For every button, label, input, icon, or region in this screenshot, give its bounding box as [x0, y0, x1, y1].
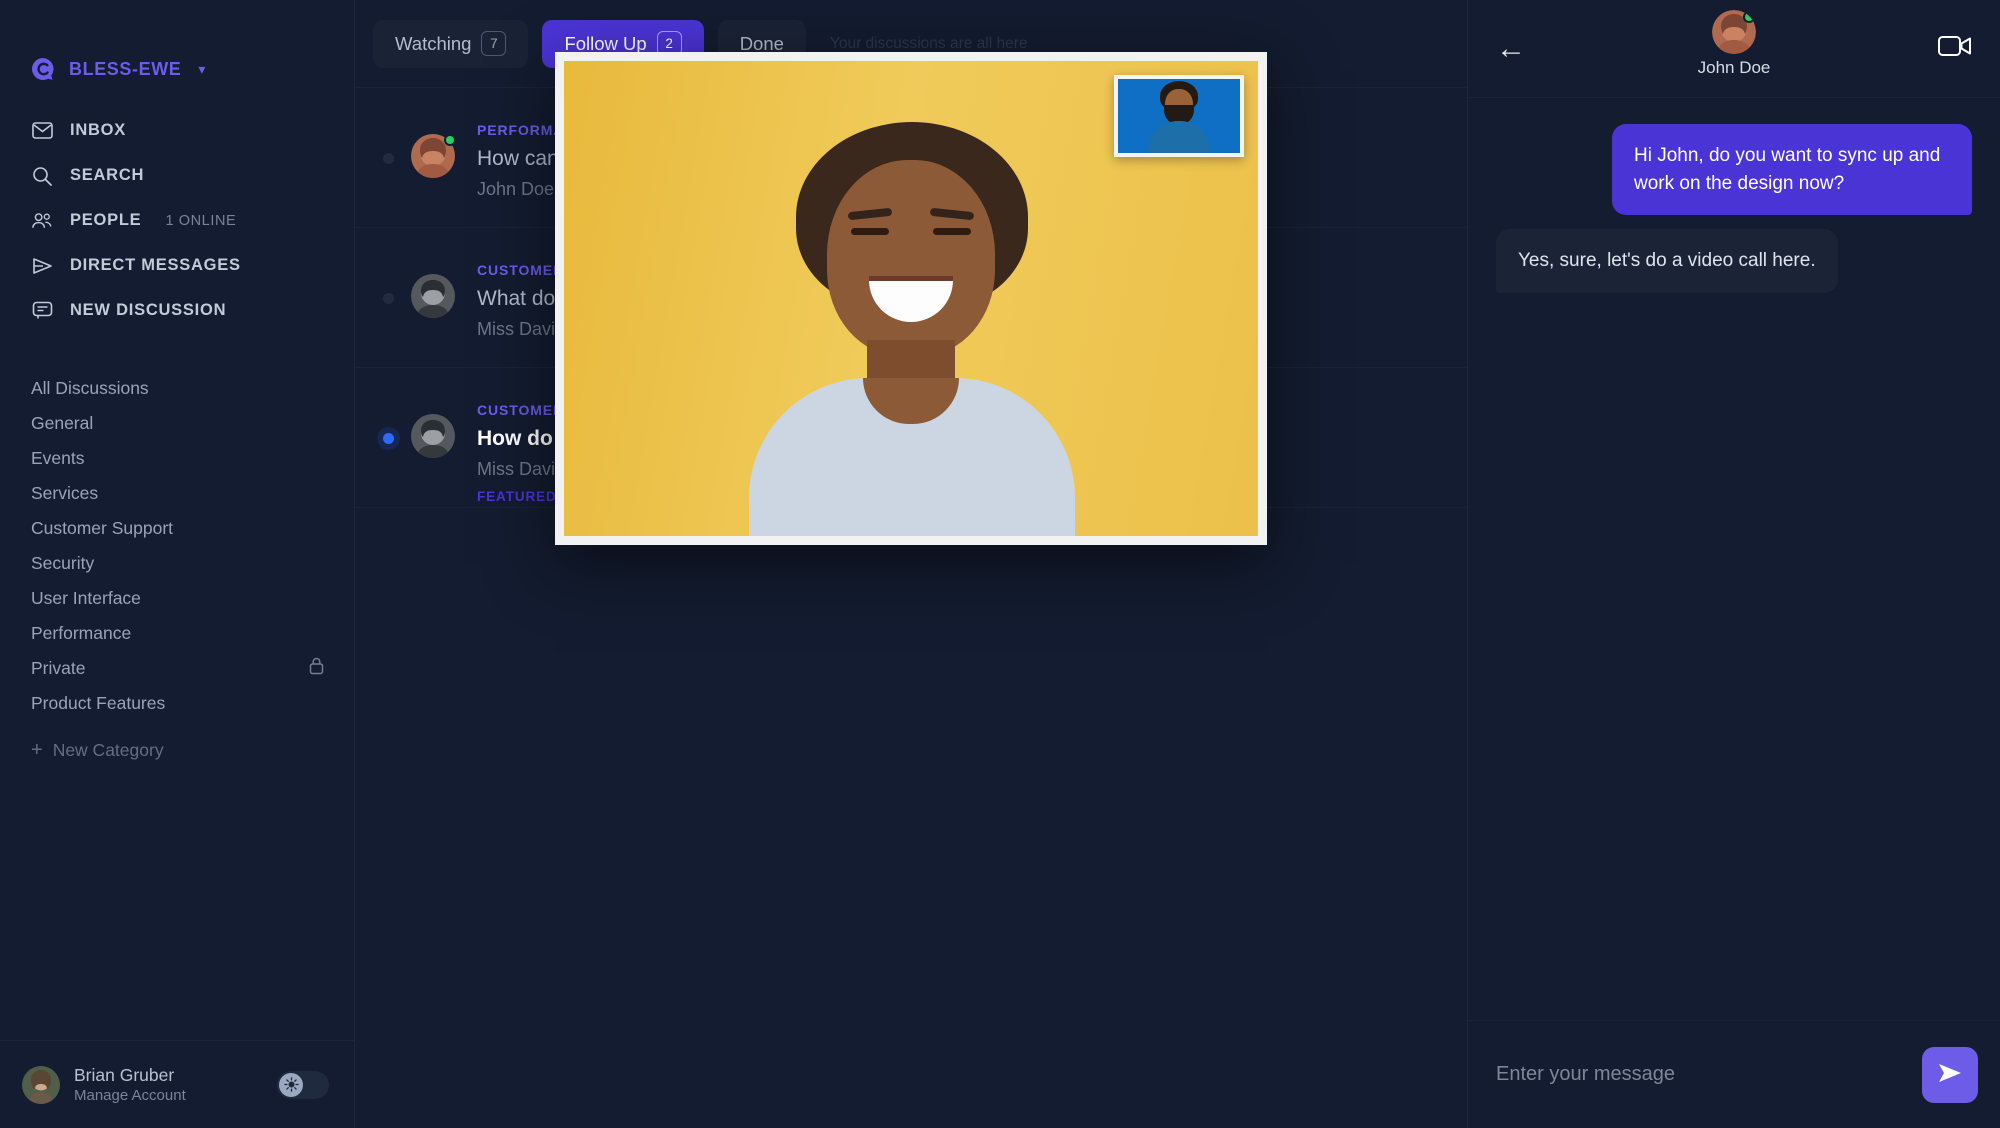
- profile-texts: Brian Gruber Manage Account: [74, 1065, 263, 1104]
- theme-toggle[interactable]: [277, 1070, 329, 1099]
- profile-name: Brian Gruber: [74, 1065, 175, 1086]
- category-label: Performance: [31, 623, 132, 643]
- sidebar-item-services[interactable]: Services: [0, 476, 354, 511]
- sidebar-item-label: DIRECT MESSAGES: [70, 256, 241, 274]
- category-label: User Interface: [31, 588, 141, 608]
- chat-header: ← John Doe: [1468, 0, 2000, 98]
- discussion-avatar-2: [411, 274, 455, 323]
- tab-watching[interactable]: Watching 7: [373, 19, 529, 68]
- new-category-label: New Category: [52, 740, 164, 760]
- people-icon: [31, 210, 53, 232]
- row-status-dot: [365, 228, 411, 368]
- sidebar-item-general[interactable]: General: [0, 406, 354, 441]
- paper-plane-icon: [31, 255, 53, 277]
- new-category-button[interactable]: + New Category: [0, 733, 354, 768]
- category-label: General: [31, 413, 94, 433]
- sun-icon: [279, 1072, 303, 1097]
- row-status-dot: [365, 368, 411, 508]
- sidebar-item-events[interactable]: Events: [0, 441, 354, 476]
- app-root: BLESS-EWE ▾ INBOX SEARCH PEOPLE 1 ONLINE…: [0, 0, 2000, 1128]
- sidebar-item-performance[interactable]: Performance: [0, 616, 354, 651]
- sidebar-item-user-interface[interactable]: User Interface: [0, 581, 354, 616]
- sidebar-item-inbox[interactable]: INBOX: [0, 108, 354, 153]
- message-bubble-outgoing: Hi John, do you want to sync up and work…: [1612, 124, 1972, 216]
- self-participant-image: [1118, 79, 1240, 153]
- sidebar-item-label: INBOX: [70, 121, 127, 139]
- category-label: Product Features: [31, 693, 166, 713]
- primary-nav: INBOX SEARCH PEOPLE 1 ONLINE DIRECT MESS…: [0, 96, 354, 333]
- remote-video-feed: [564, 61, 1258, 536]
- sidebar-item-customer-support[interactable]: Customer Support: [0, 511, 354, 546]
- workspace-switcher[interactable]: BLESS-EWE ▾: [0, 0, 354, 96]
- sidebar-item-private[interactable]: Private: [0, 651, 354, 686]
- sidebar-item-direct-messages[interactable]: DIRECT MESSAGES: [0, 243, 354, 288]
- online-indicator: [444, 134, 456, 146]
- chat-contact: John Doe: [1468, 10, 2000, 78]
- sidebar-item-security[interactable]: Security: [0, 546, 354, 581]
- manage-account-link[interactable]: Manage Account: [74, 1087, 263, 1104]
- envelope-icon: [31, 120, 53, 142]
- chat-logo-icon: [30, 56, 56, 82]
- lock-icon: [309, 657, 324, 680]
- self-video-feed[interactable]: [1114, 75, 1244, 157]
- sidebar-item-label: PEOPLE: [70, 211, 142, 229]
- category-label: Customer Support: [31, 518, 174, 538]
- tab-count: 7: [481, 31, 507, 56]
- discussion-avatar-1: [411, 134, 456, 183]
- online-indicator: [1743, 11, 1755, 23]
- search-icon: [31, 165, 53, 187]
- message-input[interactable]: [1496, 1063, 1908, 1086]
- avatar: [22, 1065, 60, 1104]
- sidebar: BLESS-EWE ▾ INBOX SEARCH PEOPLE 1 ONLINE…: [0, 0, 355, 1128]
- chat-contact-name: John Doe: [1697, 58, 1771, 77]
- sidebar-item-people[interactable]: PEOPLE 1 ONLINE: [0, 198, 354, 243]
- message-list: Hi John, do you want to sync up and work…: [1468, 98, 2000, 1020]
- profile-bar[interactable]: Brian Gruber Manage Account: [0, 1040, 355, 1128]
- workspace-name: BLESS-EWE: [69, 58, 182, 79]
- sidebar-item-product-features[interactable]: Product Features: [0, 686, 354, 721]
- chat-bubble-icon: [31, 300, 53, 322]
- category-label: Security: [31, 553, 95, 573]
- category-label: Private: [31, 658, 86, 678]
- tabbar-hint: Your discussions are all here: [829, 34, 1028, 52]
- sidebar-item-search[interactable]: SEARCH: [0, 153, 354, 198]
- category-list: All Discussions General Events Services …: [0, 371, 354, 768]
- tab-label: Watching: [395, 32, 472, 54]
- sidebar-item-new-discussion[interactable]: NEW DISCUSSION: [0, 288, 354, 333]
- message-bubble-incoming: Yes, sure, let's do a video call here.: [1496, 229, 1838, 293]
- sidebar-item-label: NEW DISCUSSION: [70, 301, 227, 319]
- people-online-count: 1 ONLINE: [165, 212, 237, 229]
- john-doe-avatar: [1712, 10, 1756, 54]
- send-icon: [1937, 1062, 1963, 1087]
- send-button[interactable]: [1922, 1046, 1978, 1103]
- category-label: Events: [31, 448, 85, 468]
- row-status-dot: [365, 88, 411, 228]
- sidebar-item-all-discussions[interactable]: All Discussions: [0, 371, 354, 406]
- category-label: All Discussions: [31, 378, 149, 398]
- video-call-overlay[interactable]: [555, 52, 1267, 545]
- discussion-avatar-3: [411, 414, 455, 463]
- plus-icon: +: [31, 739, 43, 761]
- chat-panel: ← John Doe Hi John, do you want to sync …: [1467, 0, 2000, 1128]
- message-composer: [1468, 1020, 2000, 1128]
- chevron-down-icon[interactable]: ▾: [198, 61, 205, 78]
- category-label: Services: [31, 483, 99, 503]
- sidebar-item-label: SEARCH: [70, 166, 145, 184]
- remote-participant-image: [701, 116, 1121, 536]
